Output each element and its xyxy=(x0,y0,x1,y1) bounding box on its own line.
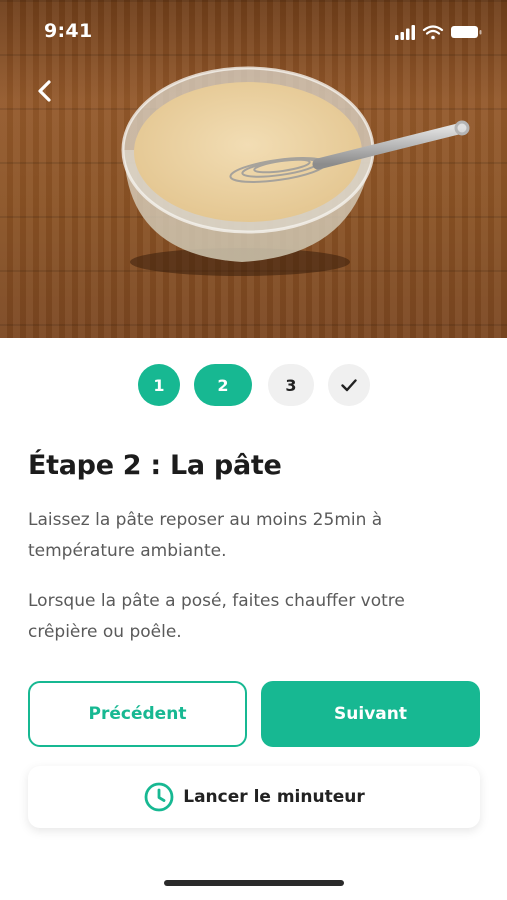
step-instruction-2: Lorsque la pâte a posé, faites chauffer … xyxy=(28,591,405,642)
back-button[interactable] xyxy=(26,72,64,110)
status-time: 9:41 xyxy=(44,20,93,42)
step-2[interactable]: 2 xyxy=(194,364,252,406)
clock-icon xyxy=(144,782,174,812)
step-3[interactable]: 3 xyxy=(268,364,314,406)
step-3-label: 3 xyxy=(285,375,297,395)
next-button[interactable]: Suivant xyxy=(261,681,480,747)
previous-button[interactable]: Précédent xyxy=(28,681,247,747)
step-finish[interactable] xyxy=(328,364,370,406)
signal-icon xyxy=(395,25,415,40)
step-instruction-1: Laissez la pâte reposer au moins 25min à… xyxy=(28,510,383,561)
checkmark-icon xyxy=(341,379,357,392)
step-1-label: 1 xyxy=(153,375,165,395)
step-1[interactable]: 1 xyxy=(138,364,180,406)
start-timer-label: Lancer le minuteur xyxy=(183,787,365,807)
battery-icon xyxy=(451,26,482,38)
status-icons xyxy=(395,25,482,40)
step-2-label: 2 xyxy=(217,375,229,395)
home-indicator xyxy=(164,880,344,886)
wifi-icon xyxy=(422,25,444,40)
chevron-left-icon xyxy=(38,80,51,102)
recipe-hero-image: 9:41 xyxy=(0,0,507,338)
step-indicator: 1 2 3 xyxy=(0,364,507,408)
status-bar: 9:41 xyxy=(0,0,507,60)
previous-button-label: Précédent xyxy=(88,704,187,724)
step-title: Étape 2 : La pâte xyxy=(28,450,282,481)
start-timer-button[interactable]: Lancer le minuteur xyxy=(28,766,480,828)
next-button-label: Suivant xyxy=(334,704,407,724)
